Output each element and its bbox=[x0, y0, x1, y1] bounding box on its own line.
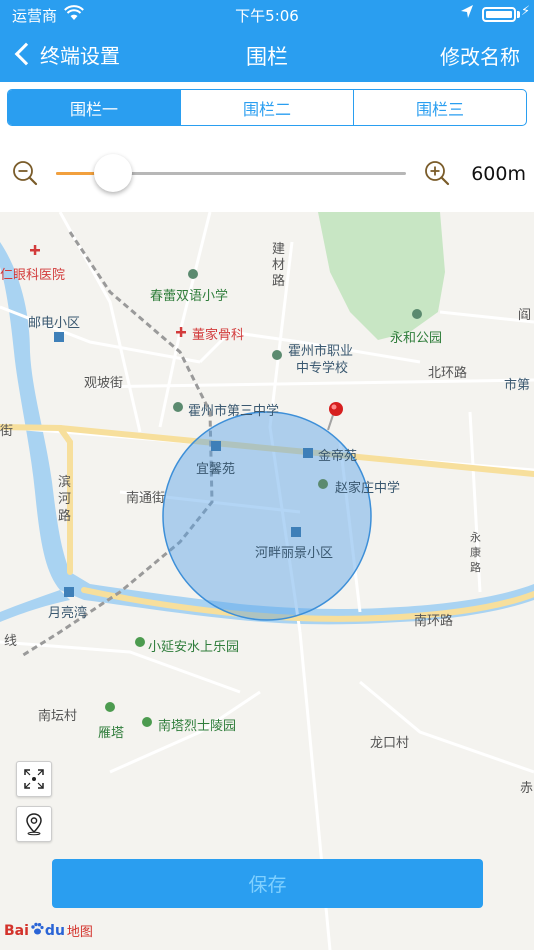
radius-value-label: 600m bbox=[471, 163, 526, 185]
map-label-binhe-road: 滨河路 bbox=[58, 475, 72, 524]
map-pin-icon bbox=[327, 402, 343, 431]
expand-icon bbox=[24, 769, 44, 789]
location-pin-icon bbox=[26, 813, 42, 836]
map-label-vocational-2: 中专学校 bbox=[296, 361, 349, 376]
status-bar: 运营商 下午5:06 ⚡ bbox=[0, 0, 534, 28]
map-label-nantong: 南通街 bbox=[126, 491, 166, 506]
battery-icon bbox=[482, 7, 516, 22]
map-label-beihuan-road: 北环路 bbox=[428, 366, 468, 381]
map-label-chunlei-school: 春蕾双语小学 bbox=[150, 289, 229, 304]
map-label-shidi: 市第 bbox=[504, 378, 531, 393]
fullscreen-button[interactable] bbox=[16, 761, 52, 797]
tab-fence-1[interactable]: 围栏一 bbox=[8, 90, 180, 125]
map-label-yixin: 宜馨苑 bbox=[196, 462, 236, 477]
fence-circle bbox=[162, 411, 372, 621]
baidu-map-logo: Bai du 地图 bbox=[4, 921, 93, 940]
save-button-label: 保存 bbox=[248, 874, 287, 896]
radius-slider-bar: 600m bbox=[0, 134, 534, 212]
map-label-yanta: 雁塔 bbox=[98, 726, 125, 741]
zoom-out-icon[interactable] bbox=[10, 158, 40, 188]
save-button[interactable]: 保存 bbox=[52, 859, 483, 908]
fence-tab-bar: 围栏一 围栏二 围栏三 bbox=[0, 82, 534, 134]
battery-cap bbox=[517, 11, 520, 18]
paw-icon bbox=[30, 922, 44, 940]
map-label-yonghe-park: 永和公园 bbox=[390, 331, 443, 346]
map-view[interactable]: 仁眼科医院 春蕾双语小学 建材路 邮电小区 董家骨科 霍州市职业 中专学校 永和… bbox=[0, 212, 534, 950]
logo-bai: Bai bbox=[4, 922, 29, 939]
radius-slider-track[interactable] bbox=[56, 154, 406, 192]
map-label-zhaojiazhuang: 赵家庄中学 bbox=[335, 481, 401, 496]
map-label-postal: 邮电小区 bbox=[28, 316, 81, 331]
map-label-longkou: 龙口村 bbox=[370, 736, 410, 751]
logo-ditu: 地图 bbox=[66, 925, 93, 940]
map-label-nanhuan: 南环路 bbox=[414, 614, 454, 629]
map-label-yongkang: 永康路 bbox=[470, 531, 481, 574]
logo-du: du bbox=[44, 922, 65, 939]
map-label-jie: 街 bbox=[0, 424, 14, 439]
location-arrow-icon bbox=[460, 4, 474, 24]
fence-segmented-control: 围栏一 围栏二 围栏三 bbox=[7, 89, 527, 126]
rename-button[interactable]: 修改名称 bbox=[440, 41, 520, 70]
map-label-nanta-cemetery: 南塔烈士陵园 bbox=[158, 719, 237, 734]
tab-fence-2[interactable]: 围栏二 bbox=[180, 90, 353, 125]
radius-slider-thumb[interactable] bbox=[94, 154, 132, 192]
map-label-dongjia: 董家骨科 bbox=[192, 328, 245, 343]
map-label-third-middle: 霍州市第三中学 bbox=[188, 404, 280, 419]
map-canvas bbox=[0, 212, 534, 950]
zoom-in-icon[interactable] bbox=[422, 158, 452, 188]
map-label-xiaoyan: 小延安水上乐园 bbox=[148, 640, 240, 655]
map-label-nantan: 南坛村 bbox=[38, 709, 78, 724]
map-label-yuelianghu: 月亮湾 bbox=[48, 606, 88, 621]
tab-fence-3[interactable]: 围栏三 bbox=[353, 90, 526, 125]
top-bar: 运营商 下午5:06 ⚡ 终端设置 围栏 修改名称 bbox=[0, 0, 534, 82]
map-label-hospital: 仁眼科医院 bbox=[0, 268, 66, 283]
map-label-hepan: 河畔丽景小区 bbox=[255, 546, 334, 561]
locate-button[interactable] bbox=[16, 806, 52, 842]
map-label-guanpo: 观坡街 bbox=[84, 376, 124, 391]
map-label-jindi: 金帝苑 bbox=[318, 449, 358, 464]
map-label-chi: 赤 bbox=[520, 781, 534, 796]
map-label-jiancai-road: 建材路 bbox=[272, 242, 286, 289]
charging-bolt-icon: ⚡ bbox=[521, 4, 531, 19]
map-label-xian: 线 bbox=[4, 634, 18, 649]
map-label-yue: 阎 bbox=[518, 308, 532, 323]
status-time: 下午5:06 bbox=[235, 7, 299, 25]
navigation-bar: 终端设置 围栏 修改名称 bbox=[0, 28, 534, 82]
